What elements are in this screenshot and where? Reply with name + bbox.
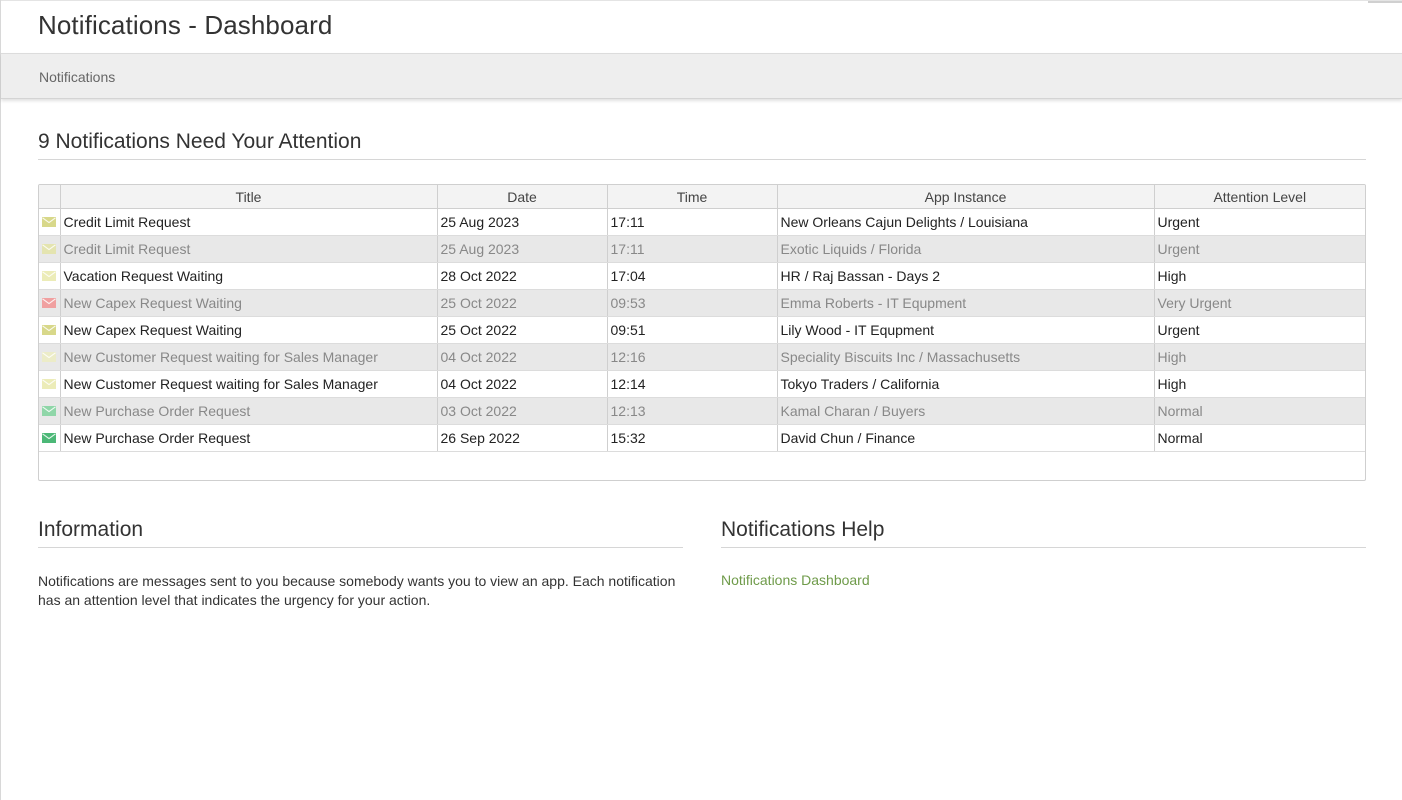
page-title: Notifications - Dashboard xyxy=(38,10,333,40)
cell-time: 12:13 xyxy=(607,397,778,425)
table-row[interactable]: New Purchase Order Request 03 Oct 2022 12:… xyxy=(39,397,1365,425)
cell-time: 09:51 xyxy=(607,316,778,344)
cell-title: New Capex Request Waiting xyxy=(60,316,438,344)
help-section: Notifications Help Notifications Dashboa… xyxy=(721,518,1366,610)
cell-date: 03 Oct 2022 xyxy=(437,397,608,425)
cell-app-instance: Kamal Charan / Buyers xyxy=(777,397,1155,425)
main-content: 9 Notifications Need Your Attention Titl… xyxy=(1,130,1402,610)
notifications-table: Title Date Time App Instance Attention L… xyxy=(39,185,1365,452)
notifications-table-container: Title Date Time App Instance Attention L… xyxy=(38,184,1366,481)
column-header-time[interactable]: Time xyxy=(607,185,778,209)
row-icon-cell xyxy=(39,424,61,452)
cell-app-instance: Tokyo Traders / California xyxy=(777,370,1155,398)
information-text: Notifications are messages sent to you b… xyxy=(38,573,676,608)
row-icon-cell xyxy=(39,208,61,236)
envelope-icon xyxy=(42,433,57,444)
cell-attention-level: High xyxy=(1154,370,1365,398)
column-header-title[interactable]: Title xyxy=(60,185,438,209)
cell-title: Credit Limit Request xyxy=(60,208,438,236)
cell-app-instance: HR / Raj Bassan - Days 2 xyxy=(777,262,1155,290)
top-bar: Notifications - Dashboard xyxy=(1,0,1402,53)
cell-title: New Purchase Order Request xyxy=(60,397,438,425)
attention-heading: 9 Notifications Need Your Attention xyxy=(38,130,1366,160)
table-row[interactable]: New Capex Request Waiting 25 Oct 2022 09:5… xyxy=(39,316,1365,344)
envelope-icon xyxy=(42,379,57,390)
envelope-icon xyxy=(42,352,57,363)
column-header-attention-level[interactable]: Attention Level xyxy=(1154,185,1365,209)
cell-attention-level: High xyxy=(1154,343,1365,371)
cell-time: 15:32 xyxy=(607,424,778,452)
cell-app-instance: Lily Wood - IT Equpment xyxy=(777,316,1155,344)
cell-attention-level: Normal xyxy=(1154,397,1365,425)
table-row[interactable]: Credit Limit Request 25 Aug 2023 17:11 New … xyxy=(39,208,1365,236)
cell-title: New Customer Request waiting for Sales M… xyxy=(60,370,438,398)
row-icon-cell xyxy=(39,235,61,263)
table-row[interactable]: New Customer Request waiting for Sales M… xyxy=(39,370,1365,398)
cell-app-instance: Exotic Liquids / Florida xyxy=(777,235,1155,263)
bottom-sections: Information Notifications are messages s… xyxy=(38,518,1366,610)
cell-date: 25 Oct 2022 xyxy=(437,316,608,344)
row-icon-cell xyxy=(39,397,61,425)
information-section: Information Notifications are messages s… xyxy=(38,518,683,610)
cell-app-instance: Speciality Biscuits Inc / Massachusetts xyxy=(777,343,1155,371)
cell-date: 25 Oct 2022 xyxy=(437,289,608,317)
cell-attention-level: High xyxy=(1154,262,1365,290)
cell-date: 28 Oct 2022 xyxy=(437,262,608,290)
cell-time: 12:14 xyxy=(607,370,778,398)
corner-divider xyxy=(1368,1,1402,3)
cell-attention-level: Normal xyxy=(1154,424,1365,452)
breadcrumb: Notifications xyxy=(1,53,1402,99)
cell-title: New Purchase Order Request xyxy=(60,424,438,452)
cell-time: 17:11 xyxy=(607,208,778,236)
envelope-icon xyxy=(42,217,57,228)
table-row[interactable]: Vacation Request Waiting 28 Oct 2022 17:04… xyxy=(39,262,1365,290)
cell-attention-level: Urgent xyxy=(1154,316,1365,344)
cell-title: New Capex Request Waiting xyxy=(60,289,438,317)
cell-date: 04 Oct 2022 xyxy=(437,343,608,371)
row-icon-cell xyxy=(39,289,61,317)
row-icon-cell xyxy=(39,343,61,371)
envelope-icon xyxy=(42,271,57,282)
cell-title: New Customer Request waiting for Sales M… xyxy=(60,343,438,371)
cell-date: 25 Aug 2023 xyxy=(437,235,608,263)
cell-app-instance: David Chun / Finance xyxy=(777,424,1155,452)
cell-date: 04 Oct 2022 xyxy=(437,370,608,398)
help-heading: Notifications Help xyxy=(721,518,1366,548)
cell-time: 12:16 xyxy=(607,343,778,371)
cell-app-instance: Emma Roberts - IT Equpment xyxy=(777,289,1155,317)
envelope-icon xyxy=(42,298,57,309)
cell-title: Vacation Request Waiting xyxy=(60,262,438,290)
column-header-date[interactable]: Date xyxy=(437,185,608,209)
envelope-icon xyxy=(42,325,57,336)
cell-date: 26 Sep 2022 xyxy=(437,424,608,452)
cell-time: 17:04 xyxy=(607,262,778,290)
envelope-icon xyxy=(42,406,57,417)
row-icon-cell xyxy=(39,262,61,290)
cell-attention-level: Urgent xyxy=(1154,208,1365,236)
column-header-icon xyxy=(39,185,61,209)
cell-time: 09:53 xyxy=(607,289,778,317)
table-row[interactable]: Credit Limit Request 25 Aug 2023 17:11 Exot… xyxy=(39,235,1365,263)
row-icon-cell xyxy=(39,370,61,398)
envelope-icon xyxy=(42,244,57,255)
information-heading: Information xyxy=(38,518,683,548)
breadcrumb-item-notifications[interactable]: Notifications xyxy=(39,69,115,85)
column-header-app-instance[interactable]: App Instance xyxy=(777,185,1155,209)
cell-title: Credit Limit Request xyxy=(60,235,438,263)
table-row[interactable]: New Purchase Order Request 26 Sep 2022 15:… xyxy=(39,424,1365,452)
cell-time: 17:11 xyxy=(607,235,778,263)
page: Notifications - Dashboard Notifications … xyxy=(0,0,1402,800)
cell-date: 25 Aug 2023 xyxy=(437,208,608,236)
cell-app-instance: New Orleans Cajun Delights / Louisiana xyxy=(777,208,1155,236)
cell-attention-level: Very Urgent xyxy=(1154,289,1365,317)
cell-attention-level: Urgent xyxy=(1154,235,1365,263)
notifications-dashboard-link[interactable]: Notifications Dashboard xyxy=(721,572,870,588)
row-icon-cell xyxy=(39,316,61,344)
table-row[interactable]: New Customer Request waiting for Sales M… xyxy=(39,343,1365,371)
table-header-row: Title Date Time App Instance Attention L… xyxy=(39,185,1365,209)
table-row[interactable]: New Capex Request Waiting 25 Oct 2022 09:5… xyxy=(39,289,1365,317)
